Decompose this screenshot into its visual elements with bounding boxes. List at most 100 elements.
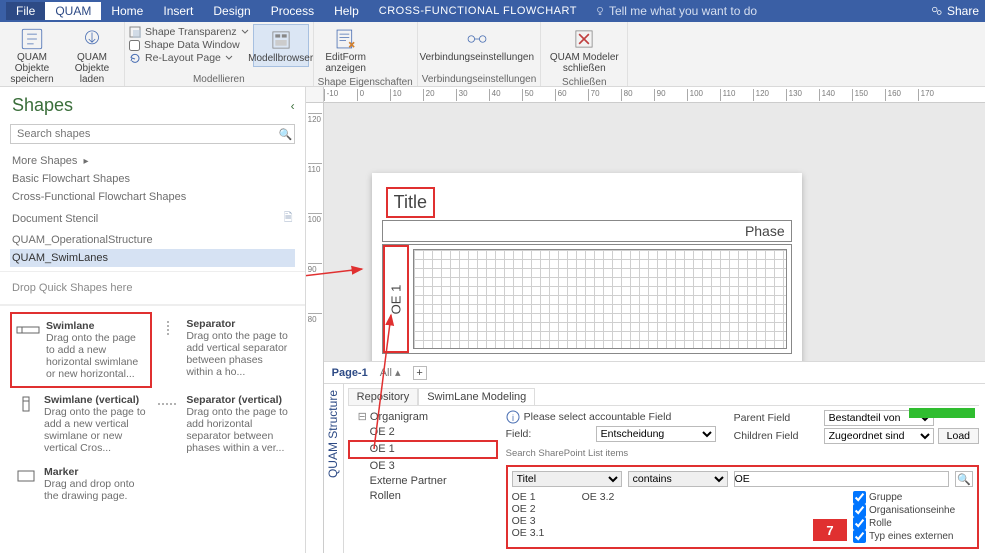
field-label: Field:	[506, 428, 592, 440]
tab-home[interactable]: Home	[101, 2, 153, 20]
shape-separator-v[interactable]: Separator (vertical)Drag onto the page t…	[152, 388, 294, 460]
tree-oe3[interactable]: OE 3	[348, 459, 498, 474]
quam-structure-sidebar[interactable]: QUAM Structure	[324, 384, 344, 553]
type-item[interactable]: Organisationseinhe	[853, 504, 973, 517]
more-shapes[interactable]: More Shapes ▸	[10, 152, 295, 170]
qs-tab-swimlane[interactable]: SwimLane Modeling	[418, 388, 535, 405]
shape-swimlane[interactable]: SwimlaneDrag onto the page to add a new …	[10, 312, 152, 388]
field-select[interactable]: Entscheidung	[596, 426, 716, 442]
children-label: Children Field	[734, 430, 820, 442]
tab-doc-type[interactable]: CROSS-FUNCTIONAL FLOWCHART	[369, 3, 587, 19]
drawing-page[interactable]: Title Phase OE 1	[372, 173, 802, 361]
tab-insert[interactable]: Insert	[153, 2, 203, 20]
filter-field[interactable]: Titel	[512, 471, 622, 487]
type-item[interactable]: Typ eines externen	[853, 530, 973, 543]
chk-shape-data-box[interactable]	[129, 40, 140, 51]
tree-externe[interactable]: Externe Partner	[348, 474, 498, 489]
swimlane-row-body[interactable]	[413, 249, 787, 349]
shape-marker[interactable]: MarkerDrag and drop onto the drawing pag…	[10, 460, 152, 508]
tab-design[interactable]: Design	[203, 2, 260, 20]
share-button[interactable]: Share	[931, 4, 979, 18]
result-item[interactable]: OE 3	[512, 515, 582, 527]
separator-icon	[156, 320, 180, 336]
page-tab-1[interactable]: Page-1	[332, 367, 368, 379]
chevron-right-icon: ▸	[83, 156, 88, 167]
btn-conn-settings[interactable]: Verbindungseinstellungen	[422, 24, 532, 65]
shapes-header: Shapes ‹	[0, 87, 305, 120]
result-item[interactable]	[582, 503, 652, 515]
tab-quam[interactable]: QUAM	[45, 2, 101, 20]
tab-process[interactable]: Process	[261, 2, 324, 20]
shapes-search: 🔍	[10, 124, 295, 144]
swimlane-title[interactable]: Title	[386, 187, 435, 218]
swimlane-phase[interactable]: Phase	[382, 220, 792, 242]
tell-me-text: Tell me what you want to do	[609, 4, 757, 18]
result-item[interactable]	[582, 527, 652, 539]
type-item[interactable]: Gruppe	[853, 491, 973, 504]
btn-editform[interactable]: EditForm anzeigen	[318, 24, 374, 76]
btn-modellbrowser-label: Modellbrowser	[248, 53, 313, 64]
btn-editform-label: EditForm anzeigen	[320, 52, 372, 74]
document-icon: 🗎	[284, 209, 293, 228]
chk-shape-transparenz[interactable]: Shape Transparenz	[129, 26, 249, 38]
canvas[interactable]: Title Phase OE 1	[324, 103, 985, 361]
chk-relayout[interactable]: Re-Layout Page	[129, 52, 249, 64]
tell-me-search[interactable]: Tell me what you want to do	[595, 4, 757, 18]
type-item[interactable]: Rolle	[853, 517, 973, 530]
shape-swimlane-v[interactable]: Swimlane (vertical)Drag onto the page to…	[10, 388, 152, 460]
shapes-title: Shapes	[12, 95, 291, 116]
result-item[interactable]: OE 3.1	[512, 527, 582, 539]
stencil-document-label: Document Stencil	[12, 213, 98, 225]
ribbon: QUAM Objekte speichern QUAM Objekte lade…	[0, 22, 985, 87]
tree-oe1[interactable]: OE 1	[348, 440, 498, 459]
filter-value[interactable]	[734, 471, 949, 487]
shape-swimlane-title: Swimlane	[46, 320, 146, 332]
type-checkbox[interactable]	[853, 491, 866, 504]
shape-swimlane-v-title: Swimlane (vertical)	[44, 394, 148, 406]
tree-oe2[interactable]: OE 2	[348, 425, 498, 440]
shape-separator[interactable]: SeparatorDrag onto the page to add verti…	[152, 312, 294, 388]
page-tab-add[interactable]: +	[413, 366, 427, 380]
swimlane-row-header[interactable]: OE 1	[383, 245, 409, 353]
tree-root[interactable]: Organigram	[348, 410, 498, 425]
btn-quam-load[interactable]: QUAM Objekte laden	[64, 24, 120, 87]
group-sync: QUAM Objekte speichern QUAM Objekte lade…	[0, 22, 125, 86]
shape-marker-title: Marker	[44, 466, 148, 478]
result-item[interactable]: OE 2	[512, 503, 582, 515]
btn-quam-load-label: QUAM Objekte laden	[66, 52, 118, 85]
type-checkbox[interactable]	[853, 504, 866, 517]
result-item[interactable]: OE 1	[512, 491, 582, 503]
btn-modellbrowser[interactable]: Modellbrowser	[253, 24, 309, 67]
load-button[interactable]: Load	[938, 428, 979, 444]
shapes-search-input[interactable]	[11, 125, 278, 143]
children-select[interactable]: Zugeordnet sind	[824, 428, 934, 444]
stencil-crossfunc[interactable]: Cross-Functional Flowchart Shapes	[10, 188, 295, 206]
callout-7: 7	[813, 519, 847, 541]
stencil-swimlanes[interactable]: QUAM_SwimLanes	[10, 249, 295, 267]
separator-v-icon	[156, 396, 180, 412]
stencil-opstruct[interactable]: QUAM_OperationalStructure	[10, 231, 295, 249]
type-checkbox[interactable]	[853, 517, 866, 530]
form-area: i Please select accountable Field Field:…	[506, 410, 979, 549]
collapse-panel-icon[interactable]: ‹	[291, 99, 295, 113]
btn-conn-settings-label: Verbindungseinstellungen	[419, 52, 534, 63]
btn-close-modeler[interactable]: QUAM Modeler schließen	[545, 24, 623, 76]
result-item[interactable]: OE 3.2	[582, 491, 652, 503]
chk-shape-data[interactable]: Shape Data Window	[129, 39, 249, 51]
btn-quam-save[interactable]: QUAM Objekte speichern	[4, 24, 60, 87]
tab-file[interactable]: File	[6, 2, 45, 20]
stencil-document[interactable]: Document Stencil 🗎	[10, 206, 295, 231]
share-label: Share	[947, 4, 979, 18]
qs-tab-repo[interactable]: Repository	[348, 388, 419, 405]
tree-rollen[interactable]: Rollen	[348, 489, 498, 504]
search-icon[interactable]: 🔍	[278, 128, 294, 141]
filter-op[interactable]: contains	[628, 471, 728, 487]
tab-help[interactable]: Help	[324, 2, 369, 20]
result-item[interactable]	[582, 515, 652, 527]
type-checkbox[interactable]	[853, 530, 866, 543]
stencil-basic[interactable]: Basic Flowchart Shapes	[10, 170, 295, 188]
filter-go[interactable]: 🔍	[955, 471, 973, 487]
page-tab-all[interactable]: All ▴	[380, 366, 401, 379]
shape-marker-desc: Drag and drop onto the drawing page.	[44, 478, 134, 502]
drop-hint: Drop Quick Shapes here	[0, 271, 305, 305]
